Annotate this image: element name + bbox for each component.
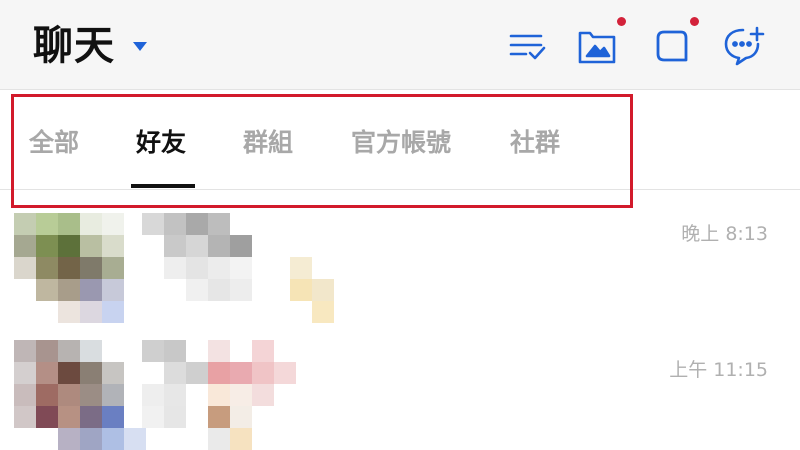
chat-timestamp: 晚上 8:13 [681, 223, 768, 245]
square-chat-icon[interactable] [650, 17, 699, 68]
chat-name-blurred [142, 340, 302, 450]
title-dropdown[interactable]: 聊天 [33, 20, 147, 72]
photo-folder-icon[interactable] [576, 17, 626, 68]
checklist-icon[interactable] [506, 24, 550, 68]
chat-list-item[interactable]: 上午 11:15 [0, 335, 800, 450]
avatar [14, 340, 146, 450]
page-title: 聊天 [33, 23, 115, 69]
notification-dot [617, 17, 626, 26]
highlight-annotation [11, 94, 633, 208]
chat-timestamp: 上午 11:15 [669, 359, 768, 381]
add-chat-icon[interactable] [722, 24, 766, 68]
app-header: 聊天 [0, 0, 800, 90]
chat-name-blurred [142, 213, 362, 323]
notification-dot [690, 17, 699, 26]
chat-list-item[interactable]: 晚上 8:13 [0, 205, 800, 335]
caret-down-icon [133, 41, 147, 51]
avatar [14, 213, 142, 323]
